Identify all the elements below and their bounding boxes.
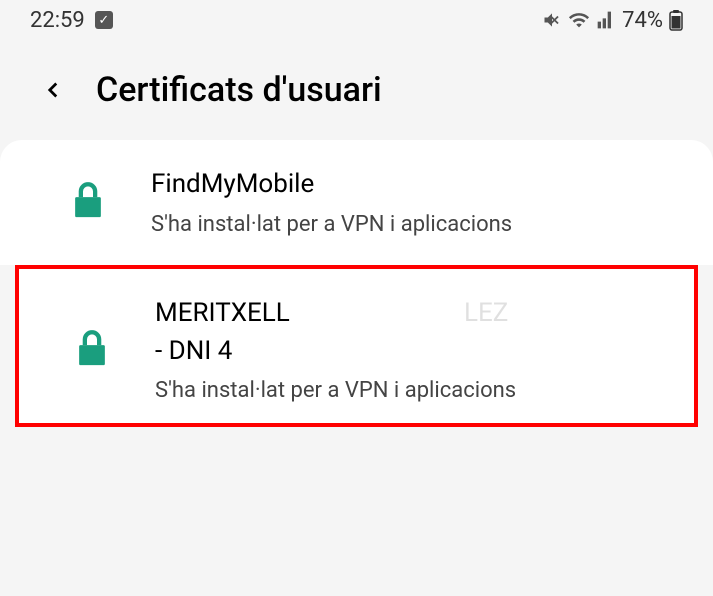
certificate-title-line2: - DNI 4	[155, 335, 516, 369]
certificate-item-findmymobile[interactable]: FindMyMobile S'ha instal·lat per a VPN i…	[0, 140, 713, 265]
signal-icon	[596, 10, 616, 30]
page-title: Certificats d'usuari	[96, 70, 382, 110]
back-button[interactable]	[40, 77, 66, 103]
certificate-subtitle: S'ha instal·lat per a VPN i aplicacions	[155, 378, 516, 403]
wifi-icon	[568, 9, 590, 31]
status-bar: 22:59 ✓ 74%	[0, 0, 713, 40]
certificate-item-meritxell[interactable]: MERITXELL LEZ - DNI 4 S'ha instal·lat pe…	[15, 265, 698, 428]
checkbox-notification-icon: ✓	[95, 11, 113, 29]
certificate-subtitle: S'ha instal·lat per a VPN i aplicacions	[151, 212, 512, 237]
certificate-text: MERITXELL LEZ - DNI 4 S'ha instal·lat pe…	[155, 297, 516, 404]
battery-icon	[669, 9, 683, 31]
certificate-list: FindMyMobile S'ha instal·lat per a VPN i…	[0, 130, 713, 427]
status-time: 22:59	[30, 8, 85, 33]
lock-icon	[70, 180, 106, 224]
page-header: Certificats d'usuari	[0, 40, 713, 130]
status-bar-left: 22:59 ✓	[30, 8, 113, 33]
status-bar-right: 74%	[542, 8, 683, 33]
lock-icon	[74, 328, 110, 372]
mute-icon	[542, 10, 562, 30]
certificate-title-line1: MERITXELL LEZ	[155, 297, 516, 331]
certificate-text: FindMyMobile S'ha instal·lat per a VPN i…	[151, 168, 512, 237]
battery-percentage: 74%	[622, 8, 663, 33]
certificate-title: FindMyMobile	[151, 168, 512, 202]
